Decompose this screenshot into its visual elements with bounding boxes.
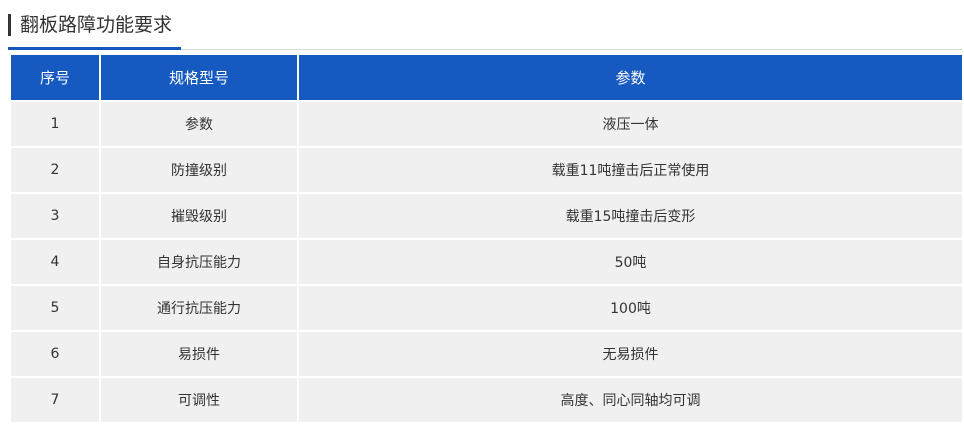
cell-param: 无易损件 (297, 330, 964, 378)
table-row: 5 通行抗压能力 100吨 (9, 284, 964, 332)
cell-spec: 自身抗压能力 (99, 238, 299, 286)
title-underline (8, 47, 181, 50)
cell-spec: 参数 (99, 100, 299, 148)
cell-index: 1 (9, 100, 101, 148)
cell-spec: 摧毁级别 (99, 192, 299, 240)
table-row: 1 参数 液压一体 (9, 100, 964, 148)
cell-param: 50吨 (297, 238, 964, 286)
table-row: 6 易损件 无易损件 (9, 330, 964, 378)
column-header-param: 参数 (297, 53, 964, 102)
cell-index: 5 (9, 284, 101, 332)
table-header-row: 序号 规格型号 参数 (9, 53, 964, 102)
table-row: 4 自身抗压能力 50吨 (9, 238, 964, 286)
table-row: 2 防撞级别 载重11吨撞击后正常使用 (9, 146, 964, 194)
cell-spec: 易损件 (99, 330, 299, 378)
cell-spec: 可调性 (99, 376, 299, 424)
cell-index: 6 (9, 330, 101, 378)
column-header-index: 序号 (9, 53, 101, 102)
cell-param: 高度、同心同轴均可调 (297, 376, 964, 424)
column-header-spec: 规格型号 (99, 53, 299, 102)
cell-spec: 通行抗压能力 (99, 284, 299, 332)
cell-index: 7 (9, 376, 101, 424)
cell-index: 2 (9, 146, 101, 194)
table-row: 3 摧毁级别 载重15吨撞击后变形 (9, 192, 964, 240)
cell-param: 100吨 (297, 284, 964, 332)
spec-table: 序号 规格型号 参数 1 参数 液压一体 2 防撞级别 载重11吨撞击后正常使用… (9, 53, 964, 424)
cell-param: 载重15吨撞击后变形 (297, 192, 964, 240)
title-accent-bar (8, 14, 11, 36)
section-title: 翻板路障功能要求 (20, 14, 173, 36)
cell-param: 载重11吨撞击后正常使用 (297, 146, 964, 194)
table-row: 7 可调性 高度、同心同轴均可调 (9, 376, 964, 424)
cell-spec: 防撞级别 (99, 146, 299, 194)
cell-param: 液压一体 (297, 100, 964, 148)
cell-index: 3 (9, 192, 101, 240)
cell-index: 4 (9, 238, 101, 286)
section-header: 翻板路障功能要求 (8, 10, 962, 52)
